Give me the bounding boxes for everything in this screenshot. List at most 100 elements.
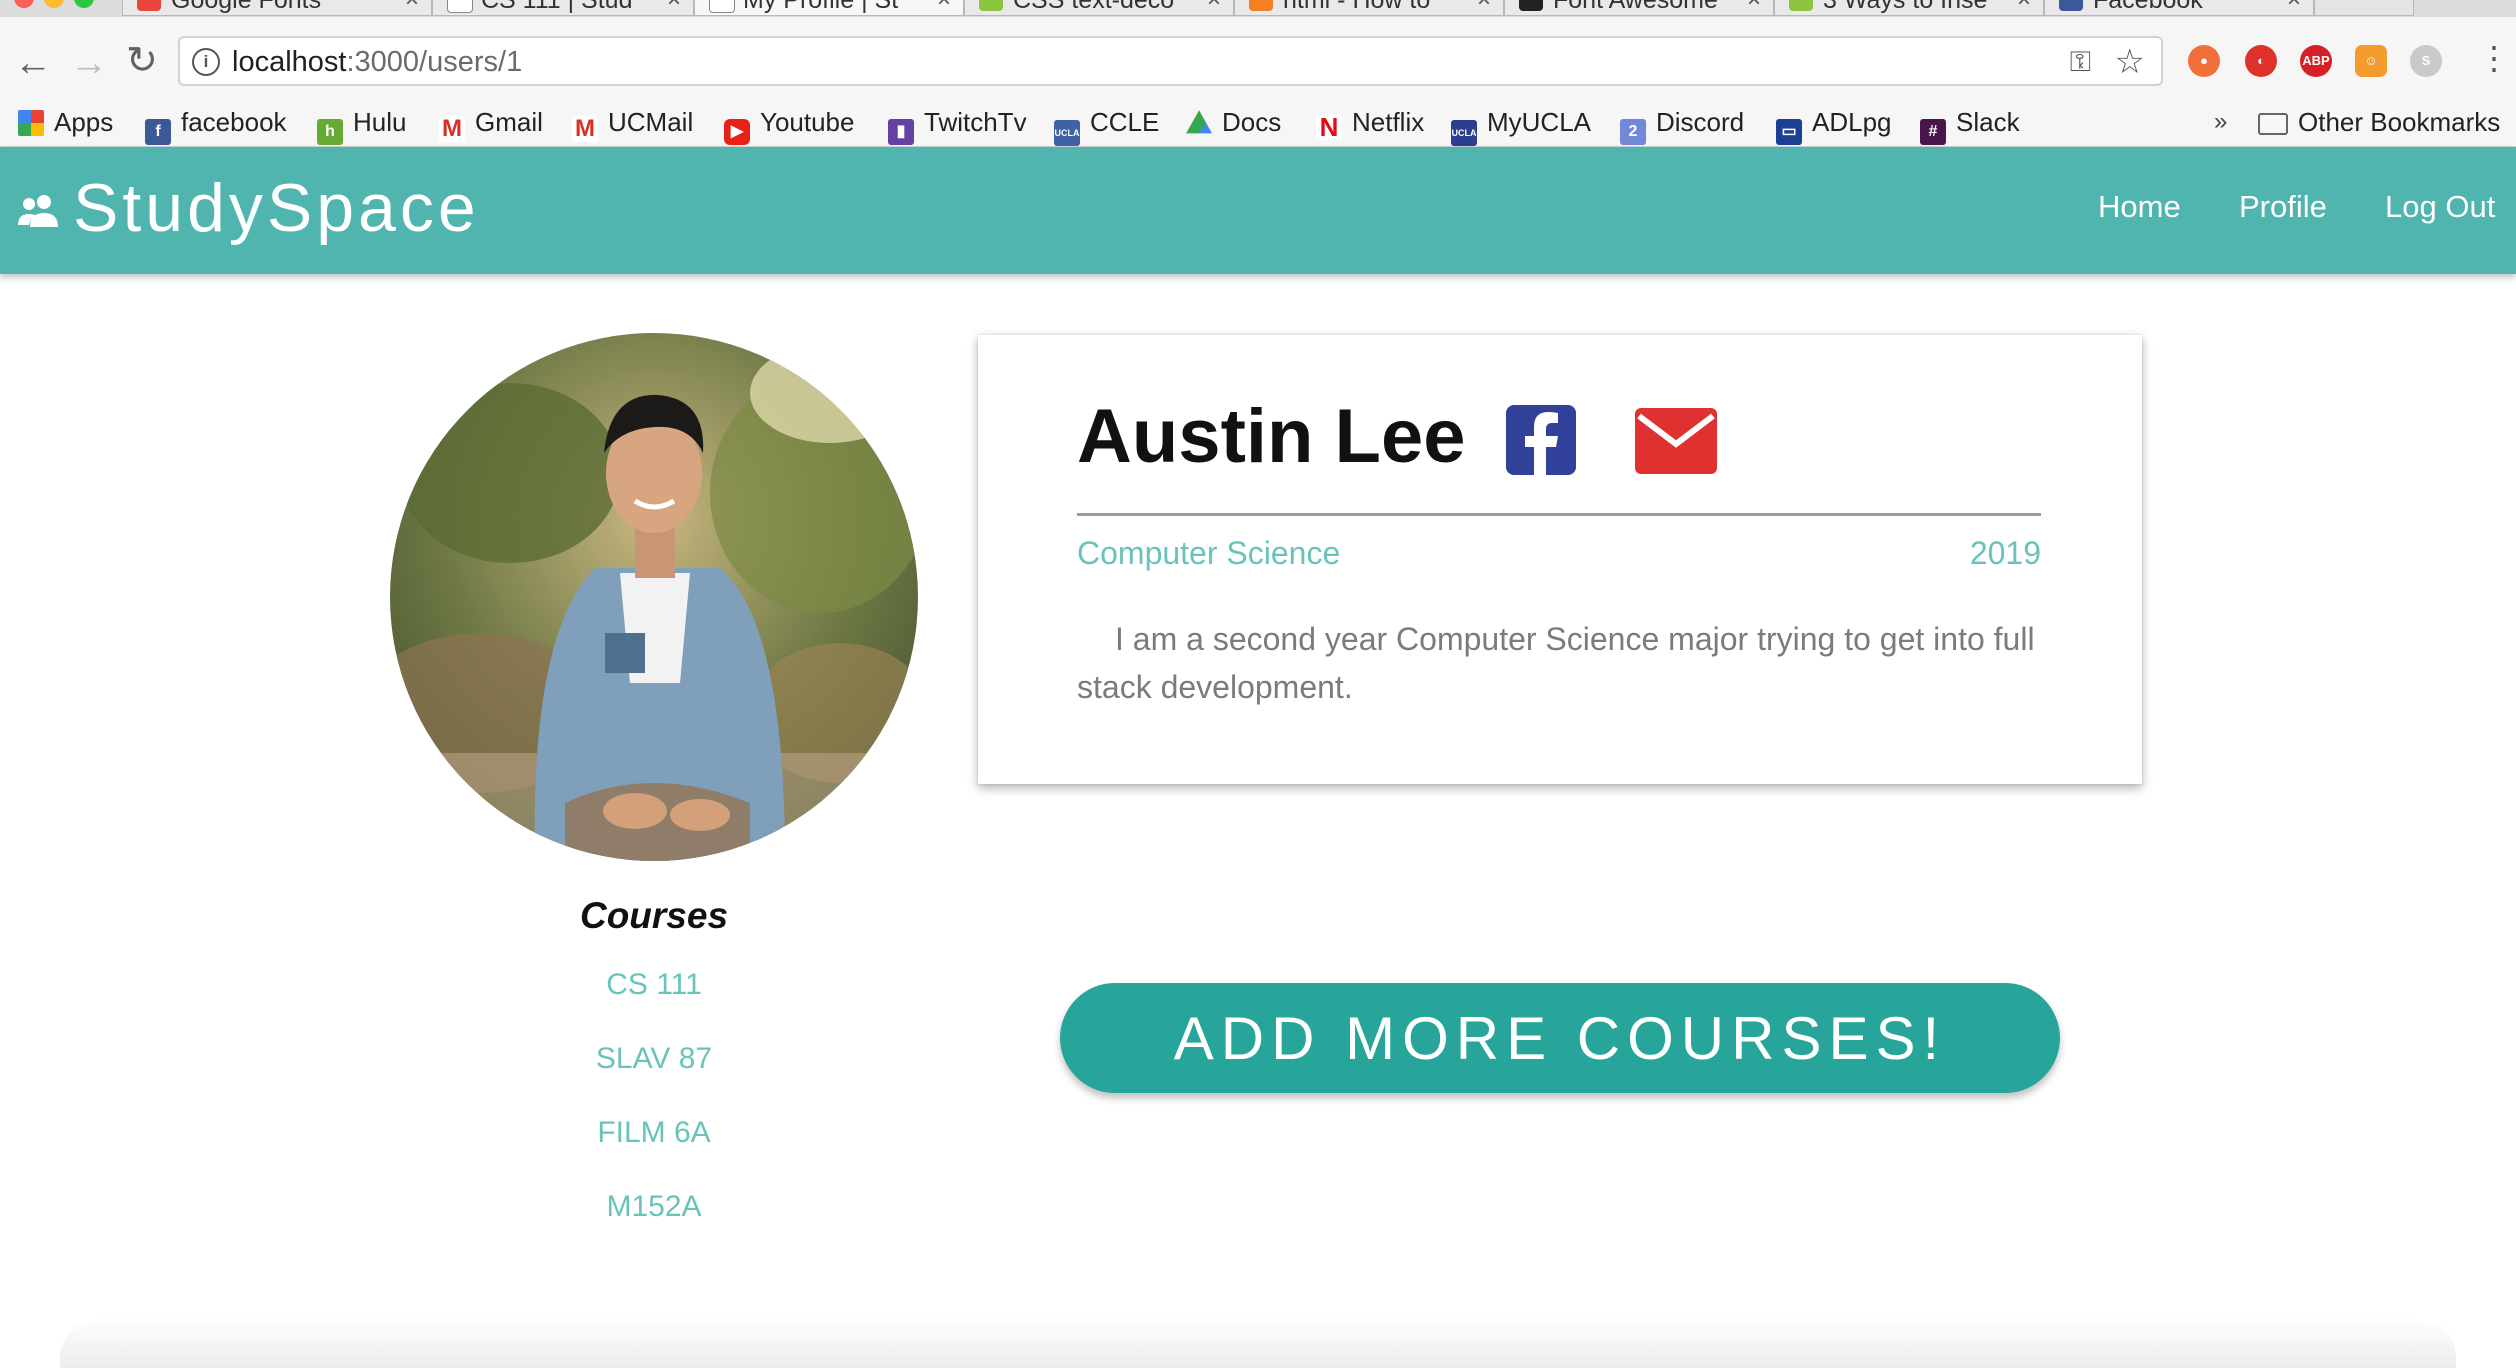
discord-icon: 2 <box>1620 119 1646 145</box>
netflix-icon: N <box>1316 114 1342 140</box>
nav-home-link[interactable]: Home <box>2098 189 2181 225</box>
brand-logo[interactable]: StudySpace <box>73 169 480 247</box>
twitch-icon: ▮ <box>888 119 914 145</box>
bookmark-adlpg[interactable]: ▭ ADLpg <box>1776 102 1892 145</box>
skype-icon[interactable]: S <box>2410 45 2442 77</box>
browser-tab[interactable]: My Profile | St × <box>694 0 964 16</box>
browser-tab[interactable]: Facebook × <box>2044 0 2314 16</box>
people-icon <box>18 195 58 227</box>
bookmarks-bar: Apps f facebook h Hulu M Gmail M UCMail ▶ You… <box>0 100 2516 147</box>
course-link[interactable]: SLAV 87 <box>400 1042 908 1076</box>
close-icon[interactable]: × <box>1747 0 1761 13</box>
nav-profile-link[interactable]: Profile <box>2239 189 2327 225</box>
browser-tab[interactable]: Font Awesome × <box>1504 0 1774 16</box>
bookmark-twitchtv[interactable]: ▮ TwitchTv <box>888 102 1027 145</box>
bookmark-facebook[interactable]: f facebook <box>145 102 287 145</box>
browser-menu-icon[interactable]: ⋮ <box>2478 42 2510 74</box>
bookmark-apps[interactable]: Apps <box>18 102 113 142</box>
tab-title: CSS text-deco <box>1013 0 1175 14</box>
bookmark-hulu[interactable]: h Hulu <box>317 102 406 145</box>
google-fonts-icon <box>137 0 161 11</box>
bookmark-youtube[interactable]: ▶ Youtube <box>724 102 854 145</box>
gmail-icon: M <box>572 116 598 142</box>
close-icon[interactable]: × <box>667 0 681 13</box>
nav-logout-link[interactable]: Log Out <box>2385 189 2495 225</box>
browser-tab[interactable]: CSS text-deco × <box>964 0 1234 16</box>
back-arrow-icon[interactable]: ← <box>14 44 52 82</box>
youtube-icon: ▶ <box>724 119 750 145</box>
close-icon[interactable]: × <box>1207 0 1221 13</box>
other-bookmarks-folder[interactable]: Other Bookmarks <box>2258 102 2500 142</box>
close-icon[interactable]: × <box>405 0 419 13</box>
facebook-icon: f <box>145 119 171 145</box>
reload-icon[interactable]: ↻ <box>126 42 158 80</box>
browser-tab[interactable]: Google Fonts × <box>122 0 432 16</box>
ublock-icon[interactable]: ◐ <box>2245 45 2277 77</box>
profile-major: Computer Science <box>1077 535 1341 571</box>
tab-title: Google Fonts <box>171 0 322 14</box>
tab-title: Facebook <box>2093 0 2203 14</box>
divider <box>1077 513 2041 516</box>
browser-toolbar: ← → ↻ i localhost:3000/users/1 ⚿ ☆ ● ◐ A… <box>0 17 2516 108</box>
document-icon <box>447 0 473 13</box>
browser-tab[interactable]: CS 111 | Stud × <box>432 0 694 16</box>
bookmark-gmail[interactable]: M Gmail <box>439 102 543 142</box>
bookmark-netflix[interactable]: N Netflix <box>1316 102 1424 142</box>
page-footer-shadow <box>60 1318 2456 1368</box>
close-icon[interactable]: × <box>1477 0 1491 13</box>
add-more-courses-button[interactable]: ADD MORE COURSES! <box>1060 983 2060 1093</box>
browser-tab-strip: Google Fonts × CS 111 | Stud × My Profil… <box>0 0 2516 17</box>
close-icon[interactable]: × <box>2017 0 2031 13</box>
key-icon[interactable]: ⚿ <box>2070 46 2091 79</box>
url-text[interactable]: localhost:3000/users/1 <box>232 46 522 79</box>
profile-card: Austin Lee Computer Science 2019 I am a … <box>978 335 2142 784</box>
hulu-icon: h <box>317 119 343 145</box>
star-icon[interactable]: ☆ <box>2115 42 2145 82</box>
browser-tab[interactable]: 3 Ways to Inse × <box>1774 0 2044 16</box>
course-link[interactable]: FILM 6A <box>400 1116 908 1150</box>
site-icon <box>979 0 1003 11</box>
reddit-enhancement-icon[interactable]: ☺ <box>2355 45 2387 77</box>
profile-bio: I am a second year Computer Science majo… <box>1077 621 2035 705</box>
address-bar[interactable]: i localhost:3000/users/1 ⚿ ☆ <box>178 36 2163 86</box>
app-navbar: StudySpace Home Profile Log Out <box>0 147 2516 274</box>
bookmark-ccle[interactable]: UCLA CCLE <box>1054 102 1159 146</box>
course-link[interactable]: CS 111 <box>400 968 908 1002</box>
gmail-icon: M <box>439 116 465 142</box>
bookmark-discord[interactable]: 2 Discord <box>1620 102 1744 145</box>
bookmark-ucmail[interactable]: M UCMail <box>572 102 693 142</box>
tab-title: html - How to <box>1283 0 1431 14</box>
ucla-icon: UCLA <box>1451 120 1477 146</box>
profile-year: 2019 <box>1969 535 2041 571</box>
facebook-icon <box>2059 0 2083 11</box>
ucla-icon: UCLA <box>1054 120 1080 146</box>
tab-title: 3 Ways to Inse <box>1823 0 1988 14</box>
info-icon[interactable]: i <box>192 48 220 76</box>
bookmark-myucla[interactable]: UCLA MyUCLA <box>1451 102 1591 146</box>
close-icon[interactable]: × <box>2287 0 2301 13</box>
new-tab-button[interactable] <box>2314 0 2414 16</box>
tab-title: Font Awesome <box>1553 0 1718 14</box>
courses-heading: Courses <box>579 895 729 936</box>
tab-title: CS 111 | Stud <box>481 0 633 14</box>
bookmark-slack[interactable]: # Slack <box>1920 102 2020 145</box>
maximize-window-icon[interactable] <box>74 0 94 8</box>
facebook-icon[interactable] <box>1506 405 1576 475</box>
forward-arrow-icon[interactable]: → <box>70 44 108 82</box>
font-awesome-icon <box>1519 0 1543 11</box>
adblock-plus-icon[interactable]: ABP <box>2300 45 2332 77</box>
close-window-icon[interactable] <box>14 0 34 8</box>
slack-icon: # <box>1920 119 1946 145</box>
tab-title: My Profile | St <box>743 0 899 14</box>
bookmark-docs[interactable]: Docs <box>1186 102 1281 142</box>
profile-avatar <box>390 333 918 861</box>
bookmarks-overflow-button[interactable]: » <box>2214 102 2227 142</box>
minimize-window-icon[interactable] <box>44 0 64 8</box>
envelope-icon[interactable] <box>1635 408 1717 474</box>
document-icon <box>709 0 735 13</box>
course-link[interactable]: M152A <box>400 1190 908 1224</box>
extension-icon[interactable]: ● <box>2188 45 2220 77</box>
close-icon[interactable]: × <box>937 0 951 13</box>
profile-name: Austin Lee <box>1077 394 1466 479</box>
browser-tab[interactable]: html - How to × <box>1234 0 1504 16</box>
